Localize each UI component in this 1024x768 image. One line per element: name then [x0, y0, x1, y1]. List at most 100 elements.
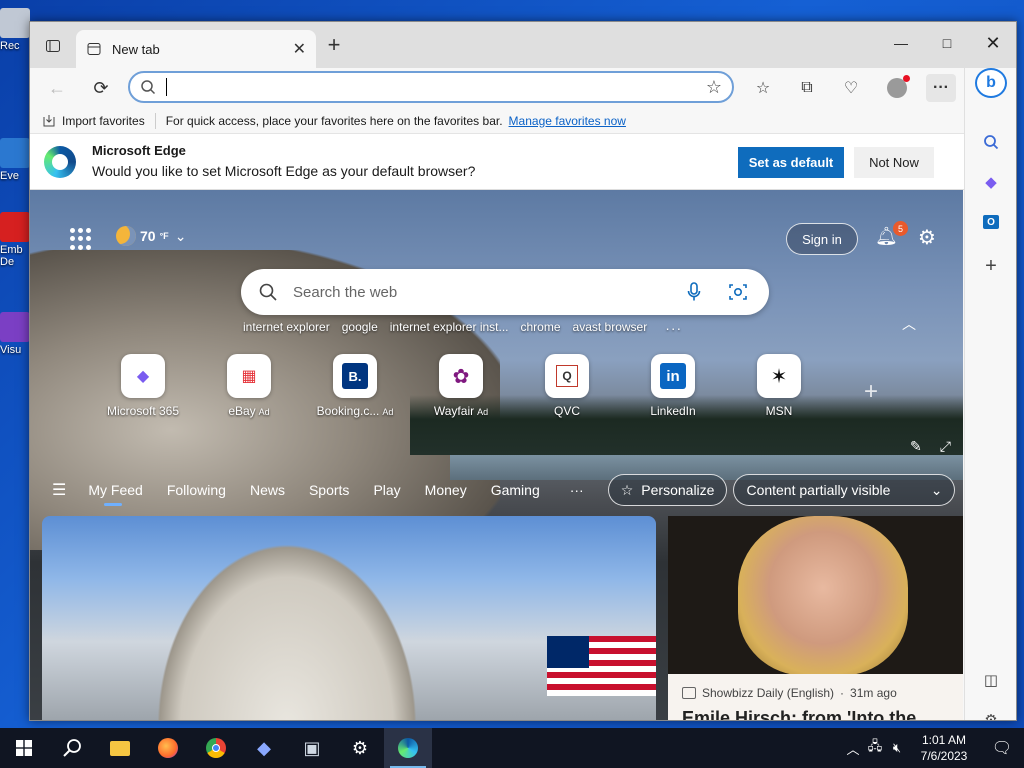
set-as-default-button[interactable]: Set as default [738, 147, 844, 178]
quick-link-msn[interactable]: ✶ MSN [726, 354, 832, 418]
desktop-icon-label: Visu [0, 344, 22, 356]
show-hidden-icons-chevron-icon[interactable]: ︿ [842, 739, 864, 758]
file-explorer-button[interactable] [96, 728, 144, 768]
sign-in-button[interactable]: Sign in [786, 223, 858, 255]
feed-tab-gaming[interactable]: Gaming [491, 482, 540, 498]
edit-background-icon[interactable]: ✎ [910, 438, 922, 455]
settings-button[interactable]: ⚙ [336, 728, 384, 768]
edge-taskbar-button[interactable] [384, 728, 432, 768]
profile-button[interactable] [882, 74, 912, 102]
new-tab-button[interactable]: + [322, 34, 346, 58]
trending-search-link[interactable]: avast browser [573, 320, 648, 336]
notifications-icon[interactable]: 🗨︎ [980, 738, 1024, 758]
close-window-button[interactable]: ✕ [970, 28, 1016, 58]
desktop-icon-visual[interactable]: Visu [0, 312, 30, 356]
back-button[interactable]: ← [42, 74, 72, 102]
address-bar[interactable]: ☆ [128, 71, 734, 103]
desktop-icon-recycle-bin[interactable]: Rec [0, 8, 30, 52]
desktop-icon-embedded[interactable]: Emb De [0, 212, 30, 268]
taskbar-search-button[interactable] [48, 728, 96, 768]
import-favorites-button[interactable]: Import favorites [42, 114, 145, 128]
quick-link-qvc[interactable]: Q QVC [514, 354, 620, 418]
weather-unit: °F [159, 231, 169, 241]
tab-actions-button[interactable] [38, 34, 68, 58]
favorites-bar-hint: For quick access, place your favorites h… [165, 113, 503, 128]
infobar-message: Would you like to set Microsoft Edge as … [92, 163, 476, 179]
trending-search-link[interactable]: internet explorer inst... [390, 320, 509, 336]
personalize-button[interactable]: ☆ Personalize [607, 474, 728, 506]
feed-tab-my-feed[interactable]: My Feed [88, 482, 143, 506]
trending-search-link[interactable]: google [342, 320, 378, 336]
app-icon: ▣ [303, 737, 321, 758]
quick-link-booking[interactable]: B. Booking.c... Ad [302, 354, 408, 418]
news-card[interactable]: Showbizz Daily (English) · 31m ago Emile… [668, 516, 963, 720]
add-favorite-star-icon[interactable]: ☆ [706, 77, 722, 98]
more-trending-icon[interactable]: ··· [665, 320, 682, 336]
hide-sidebar-icon[interactable]: ◫ [979, 668, 1003, 692]
feed-menu-hamburger-icon[interactable]: ☰ [52, 480, 66, 500]
network-icon[interactable]: 🖧︎ [864, 737, 886, 759]
sidebar-settings-gear-icon[interactable]: ⚙ [979, 708, 1003, 720]
feed-tab-sports[interactable]: Sports [309, 482, 349, 498]
desktop-icon-label: Rec [0, 40, 20, 52]
close-tab-icon[interactable]: ✕ [293, 39, 306, 59]
tab-new-tab[interactable]: New tab ✕ [76, 30, 316, 68]
feed-tab-news[interactable]: News [250, 482, 285, 498]
sidebar-microsoft-365-icon[interactable]: ◆ [979, 170, 1003, 194]
trending-search-link[interactable]: chrome [521, 320, 561, 336]
manage-favorites-link[interactable]: Manage favorites now [509, 114, 626, 128]
feed-tab-play[interactable]: Play [373, 482, 400, 498]
desktop-icon-event[interactable]: Eve [0, 138, 30, 182]
collections-button[interactable]: ⧉ [792, 74, 822, 102]
quick-link-linkedin[interactable]: in LinkedIn [620, 354, 726, 418]
default-browser-infobar: Microsoft Edge Would you like to set Mic… [30, 134, 1016, 190]
more-feed-tabs-icon[interactable]: ··· [570, 482, 584, 498]
news-card-photo [738, 516, 908, 676]
app-launcher-icon[interactable] [70, 228, 92, 250]
quick-link-wayfair[interactable]: ✿ Wayfair Ad [408, 354, 514, 418]
start-button[interactable] [0, 728, 48, 768]
quick-link-label: Microsoft 365 [106, 404, 180, 418]
weather-widget[interactable]: 70 °F ⌄ [116, 226, 186, 246]
content-visibility-dropdown[interactable]: Content partially visible ⌄ [733, 474, 956, 506]
quick-link-ebay[interactable]: ▦ eBay Ad [196, 354, 302, 418]
sidebar-outlook-icon[interactable]: O [979, 210, 1003, 234]
quick-link-microsoft-365[interactable]: ◆ Microsoft 365 [90, 354, 196, 418]
news-card-image[interactable] [42, 516, 656, 720]
maximize-button[interactable]: □ [924, 28, 970, 58]
bing-chat-icon[interactable]: b [975, 68, 1007, 98]
feed-tab-money[interactable]: Money [425, 482, 467, 498]
app-button[interactable]: ◆ [240, 728, 288, 768]
search-icon [63, 739, 81, 757]
chrome-button[interactable] [192, 728, 240, 768]
sidebar-add-icon[interactable]: + [979, 254, 1003, 278]
visual-search-camera-icon[interactable] [725, 279, 751, 305]
refresh-button[interactable]: ⟳ [86, 74, 116, 102]
clock[interactable]: 1:01 AM 7/6/2023 [908, 732, 980, 764]
tab-title: New tab [112, 41, 160, 57]
shortcut-icon [0, 312, 30, 342]
feed-tab-following[interactable]: Following [167, 482, 226, 498]
avatar [887, 75, 910, 98]
qvc-icon: Q [545, 354, 589, 398]
address-input[interactable] [179, 79, 706, 95]
minimize-button[interactable]: — [878, 28, 924, 58]
app-button[interactable]: ▣ [288, 728, 336, 768]
web-search-box[interactable]: Search the web [241, 269, 769, 315]
voice-search-microphone-icon[interactable] [681, 279, 707, 305]
collapse-chevron-up-icon[interactable]: ︿ [902, 314, 916, 334]
infobar-title: Microsoft Edge [92, 143, 186, 158]
sidebar-search-icon[interactable] [979, 130, 1003, 154]
settings-and-more-button[interactable]: ··· [926, 74, 956, 102]
firefox-button[interactable] [144, 728, 192, 768]
browser-essentials-button[interactable]: ♡ [836, 74, 866, 102]
expand-image-icon[interactable]: ⤢ [940, 438, 951, 455]
chrome-icon [206, 738, 226, 758]
ad-label: Ad [477, 407, 489, 417]
favorites-button[interactable]: ☆ [748, 74, 778, 102]
not-now-button[interactable]: Not Now [854, 147, 934, 178]
page-settings-gear-icon[interactable]: ⚙ [918, 225, 940, 249]
add-quick-link-button[interactable]: + [864, 378, 878, 406]
trending-search-link[interactable]: internet explorer [243, 320, 330, 336]
volume-muted-icon[interactable]: 🔇︎ [886, 740, 908, 756]
